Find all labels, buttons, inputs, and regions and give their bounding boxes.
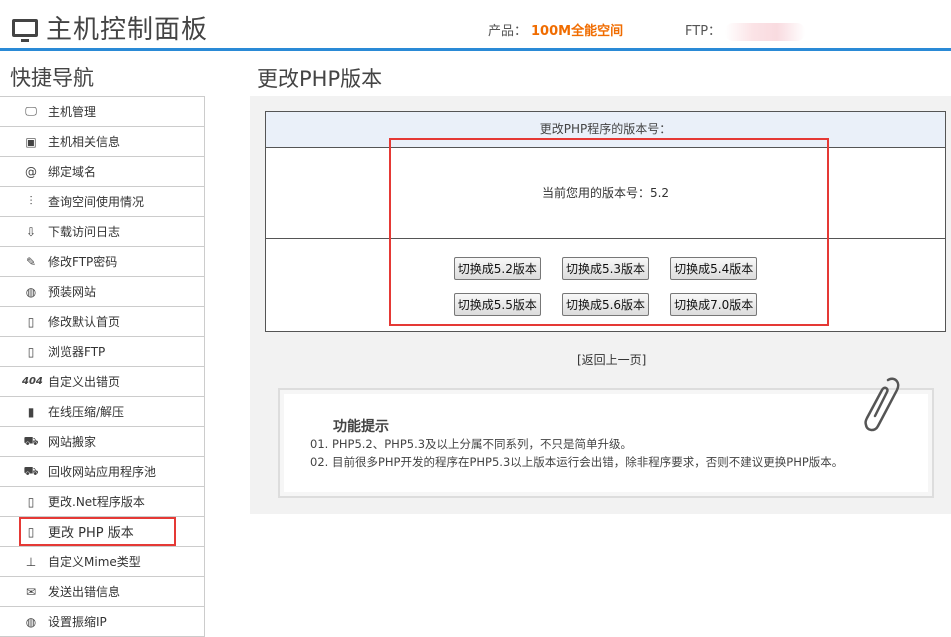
sidebar-item-ftp-password[interactable]: ✎ 修改FTP密码	[0, 247, 204, 277]
file-edit-icon: ▯	[27, 314, 35, 329]
back-link[interactable]: [返回上一页]	[577, 351, 646, 368]
monitor-icon	[12, 18, 38, 42]
switch-php-5-4-button[interactable]: 切换成5.4版本	[670, 257, 758, 280]
sidebar-item-label: 修改默认首页	[48, 315, 121, 329]
sidebar-item-set-ip[interactable]: ◍ 设置振缩IP	[0, 607, 204, 637]
tree-icon: ⊥	[25, 554, 37, 569]
app-title: 主机控制面板	[46, 15, 209, 45]
sidebar-item-browser-ftp[interactable]: ▯ 浏览器FTP	[0, 337, 204, 367]
sidebar-item-label: 修改FTP密码	[48, 255, 118, 269]
sidebar-item-recycle-pool[interactable]: ⛟ 回收网站应用程序池	[0, 457, 204, 487]
edit-icon: ✎	[25, 254, 37, 269]
sidebar-item-label: 更改 PHP 版本	[48, 526, 134, 541]
sidebar-item-error-page[interactable]: 404 自定义出错页	[0, 367, 204, 397]
sidebar-item-label: 主机相关信息	[48, 135, 121, 149]
sidebar-item-label: 在线压缩/解压	[48, 405, 125, 419]
product-info: 产品： 100M全能空间	[488, 20, 623, 39]
sidebar-item-send-error[interactable]: ✉ 发送出错信息	[0, 577, 204, 607]
sidebar-item-default-page[interactable]: ▯ 修改默认首页	[0, 307, 204, 337]
page-title: 更改PHP版本	[257, 67, 383, 91]
panel-header: 更改PHP程序的版本号：	[266, 112, 945, 148]
sidebar-item-label: 自定义Mime类型	[48, 555, 141, 569]
sidebar-item-host-info[interactable]: ▣ 主机相关信息	[0, 127, 204, 157]
sidebar-item-label: 发送出错信息	[48, 585, 121, 599]
sidebar-item-label: 绑定域名	[48, 165, 97, 179]
sidebar-item-space-usage[interactable]: ⫶ 查询空间使用情况	[0, 187, 204, 217]
top-header: 主机控制面板 产品： 100M全能空间 FTP：	[0, 0, 951, 51]
globe-icon: ◍	[25, 614, 37, 629]
globe-icon: ◍	[25, 284, 37, 299]
file-icon: ▯	[27, 524, 35, 539]
file-code-icon: ▯	[27, 494, 35, 509]
php-version-panel: 更改PHP程序的版本号： 当前您用的版本号：5.2 切换成5.2版本 切换成5.…	[265, 111, 946, 332]
current-version-text: 当前您用的版本号：5.2	[266, 148, 945, 239]
sidebar-item-site-move[interactable]: ⛟ 网站搬家	[0, 427, 204, 457]
file-icon: ▯	[27, 344, 35, 359]
switch-php-5-6-button[interactable]: 切换成5.6版本	[561, 293, 650, 316]
tips-line-2: 02. 目前很多PHP开发的程序在PHP5.3以上版本运行会出错，除非程序要求，…	[310, 455, 844, 469]
switch-php-7-0-button[interactable]: 切换成7.0版本	[670, 293, 758, 316]
ftp-info: FTP：	[685, 20, 806, 41]
monitor-icon: 🖵	[25, 104, 37, 118]
sidebar-item-mime-types[interactable]: ⊥ 自定义Mime类型	[0, 547, 204, 577]
mail-icon: ✉	[25, 584, 37, 599]
sidebar-item-label: 主机管理	[48, 105, 97, 119]
truck-icon: ⛟	[23, 433, 39, 448]
sidebar-title: 快捷导航	[10, 66, 94, 90]
switch-php-5-5-button[interactable]: 切换成5.5版本	[453, 293, 541, 316]
tips-box: 功能提示 01. PHP5.2、PHP5.3及以上分属不同系列，不只是简单升级。…	[278, 388, 934, 498]
tips-line-1: 01. PHP5.2、PHP5.3及以上分属不同系列，不只是简单升级。	[310, 437, 633, 451]
sidebar-item-compress[interactable]: ▮ 在线压缩/解压	[0, 397, 204, 427]
sidebar-item-label: 设置振缩IP	[48, 615, 107, 629]
archive-icon: ▮	[27, 404, 35, 419]
sidebar-item-preinstall-site[interactable]: ◍ 预装网站	[0, 277, 204, 307]
product-label: 产品：	[488, 24, 528, 39]
ftp-label: FTP：	[685, 24, 722, 39]
sidebar-item-net-version[interactable]: ▯ 更改.Net程序版本	[0, 487, 204, 517]
tips-title: 功能提示	[333, 419, 389, 435]
sidebar-item-label: 预装网站	[48, 285, 97, 299]
sidebar-item-php-version[interactable]: ▯ 更改 PHP 版本	[0, 517, 204, 547]
sidebar-nav: 🖵 主机管理 ▣ 主机相关信息 @ 绑定域名 ⫶ 查询空间使用情况 ⇩ 下载访问日志 ✎ 修…	[0, 96, 205, 637]
sidebar-item-label: 浏览器FTP	[48, 345, 106, 359]
sidebar-item-label: 下载访问日志	[48, 225, 121, 239]
at-icon: @	[25, 164, 37, 179]
sidebar-item-label: 查询空间使用情况	[48, 195, 145, 209]
truck-icon: ⛟	[23, 463, 39, 478]
ftp-value-redacted	[725, 22, 806, 41]
sidebar-item-bind-domain[interactable]: @ 绑定域名	[0, 157, 204, 187]
chart-icon: ⫶	[29, 194, 33, 208]
switch-php-5-3-button[interactable]: 切换成5.3版本	[561, 257, 650, 280]
version-buttons-row-2: 切换成5.5版本 切换成5.6版本 切换成7.0版本	[266, 293, 945, 316]
404-icon: 404	[22, 376, 43, 387]
screen-info-icon: ▣	[25, 134, 37, 149]
sidebar-item-label: 回收网站应用程序池	[48, 465, 157, 479]
version-buttons-row-1: 切换成5.2版本 切换成5.3版本 切换成5.4版本	[266, 257, 945, 280]
product-value: 100M全能空间	[531, 24, 624, 39]
sidebar-item-label: 自定义出错页	[48, 375, 121, 389]
sidebar-item-label: 更改.Net程序版本	[48, 495, 145, 509]
sidebar: 快捷导航 🖵 主机管理 ▣ 主机相关信息 @ 绑定域名 ⫶ 查询空间使用情况 ⇩ 下载访问…	[0, 52, 205, 637]
app-logo: 主机控制面板	[12, 9, 208, 46]
sidebar-item-host-management[interactable]: 🖵 主机管理	[0, 97, 204, 127]
sidebar-item-download-logs[interactable]: ⇩ 下载访问日志	[0, 217, 204, 247]
switch-php-5-2-button[interactable]: 切换成5.2版本	[453, 257, 541, 280]
paperclip-icon	[864, 377, 900, 432]
download-icon: ⇩	[25, 224, 37, 239]
sidebar-item-label: 网站搬家	[48, 435, 97, 449]
